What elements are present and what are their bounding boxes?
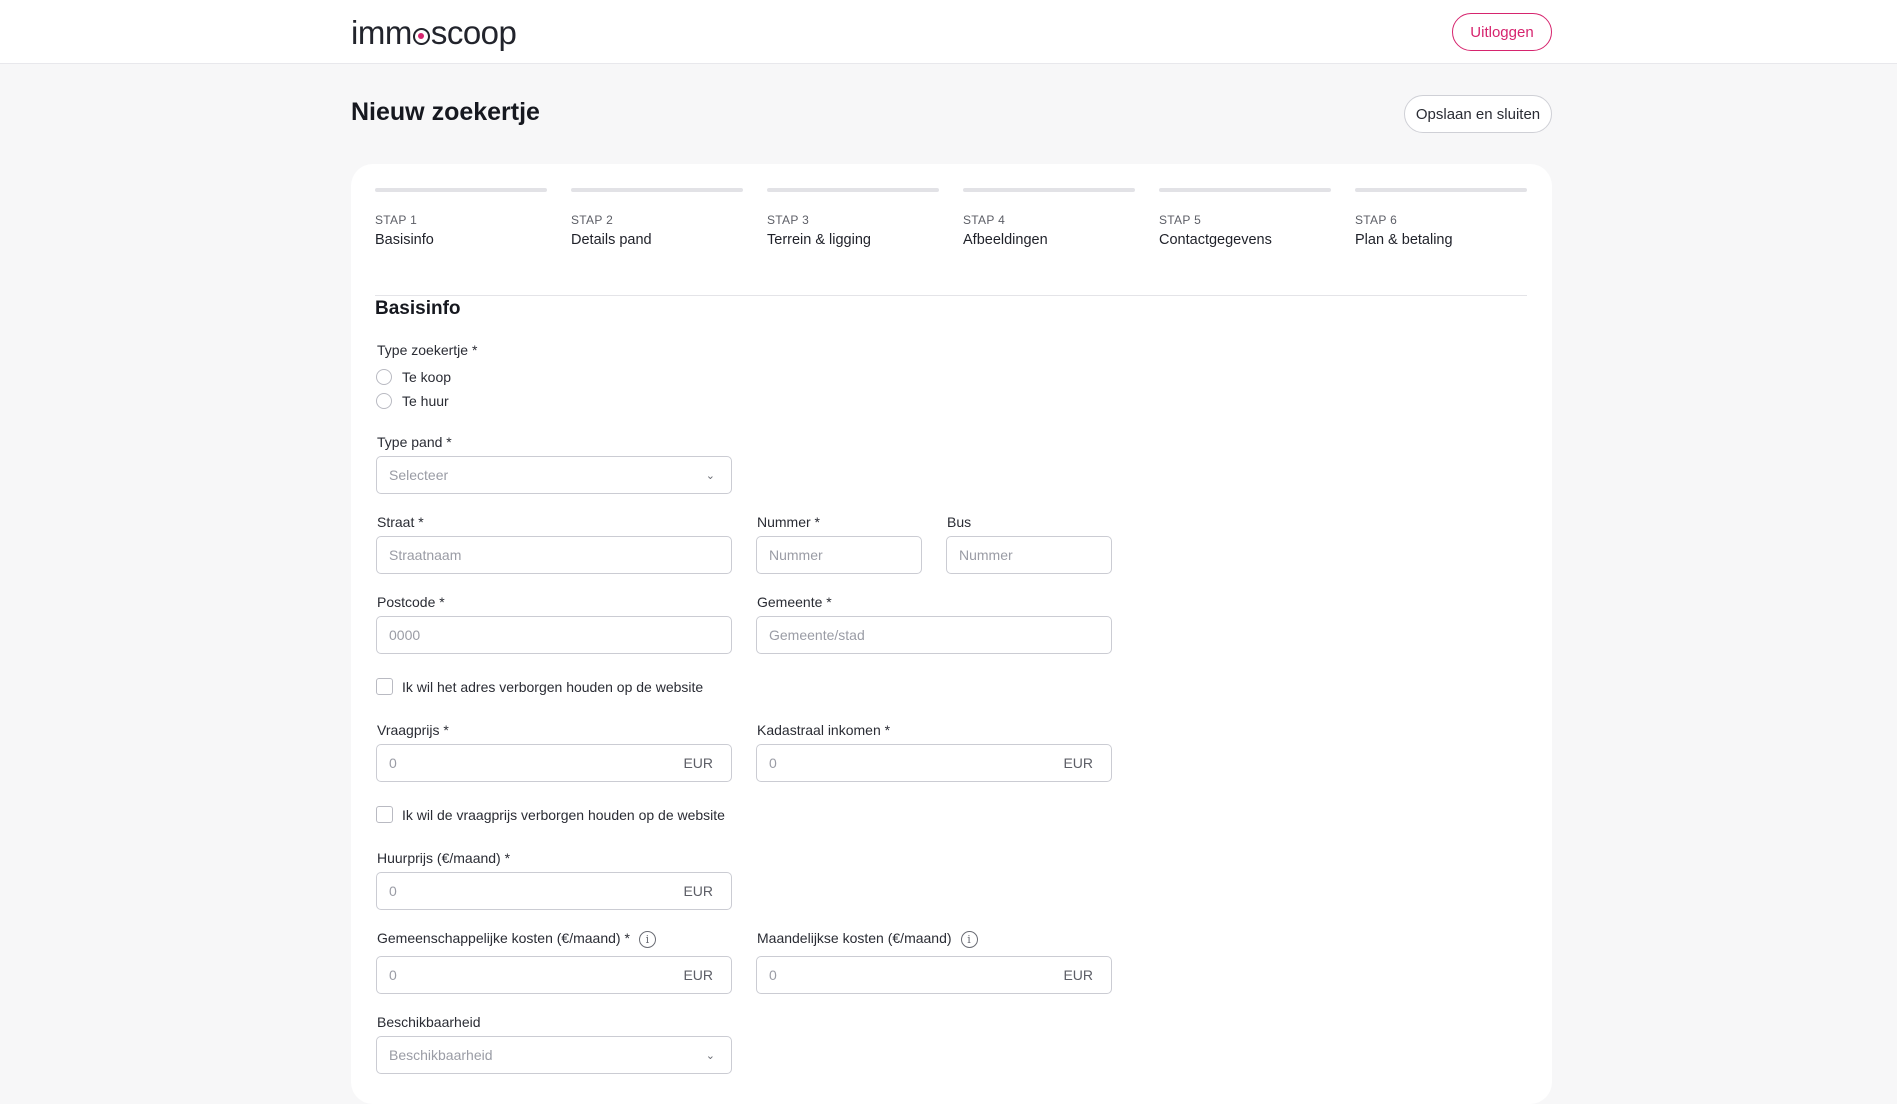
step-number: STAP 5 xyxy=(1159,213,1202,227)
info-icon[interactable]: i xyxy=(638,930,656,948)
checkbox-label: Ik wil het adres verborgen houden op de … xyxy=(402,678,704,695)
beschikbaarheid-label: Beschikbaarheid xyxy=(377,1014,481,1030)
hide-address-checkbox-row[interactable]: Ik wil het adres verborgen houden op de … xyxy=(376,678,703,695)
step-progress-bar xyxy=(571,188,743,192)
step-label: Afbeeldingen xyxy=(963,232,1048,248)
beschikbaarheid-select[interactable]: Beschikbaarheid ⌄ xyxy=(376,1036,732,1074)
postcode-label: Postcode * xyxy=(377,594,445,610)
step-number: STAP 4 xyxy=(963,213,1006,227)
step-label: Basisinfo xyxy=(375,232,434,248)
straat-input[interactable]: Straatnaam xyxy=(376,536,732,574)
step-label: Plan & betaling xyxy=(1355,232,1453,248)
select-value: Beschikbaarheid xyxy=(389,1047,493,1063)
step-progress-bar xyxy=(1355,188,1527,192)
currency-unit: EUR xyxy=(1063,755,1093,771)
step-label: Details pand xyxy=(571,232,652,248)
logo-text-left: imm xyxy=(351,14,412,51)
straat-label: Straat * xyxy=(377,514,424,530)
step-label: Contactgegevens xyxy=(1159,232,1272,248)
step-progress-bar xyxy=(767,188,939,192)
input-placeholder: 0 xyxy=(769,967,777,983)
postcode-input[interactable]: 0000 xyxy=(376,616,732,654)
huurprijs-label: Huurprijs (€/maand) * xyxy=(377,850,511,866)
chevron-down-icon: ⌄ xyxy=(705,1049,715,1062)
bus-label: Bus xyxy=(947,514,972,530)
input-placeholder: Nummer xyxy=(769,547,823,563)
input-placeholder: 0 xyxy=(389,967,397,983)
bus-input[interactable]: Nummer xyxy=(946,536,1112,574)
vraagprijs-input[interactable]: 0 EUR xyxy=(376,744,732,782)
chevron-down-icon: ⌄ xyxy=(705,469,715,482)
logo-text-right: scoop xyxy=(430,14,517,51)
step-2[interactable]: STAP 2 Details pand xyxy=(571,188,743,248)
input-placeholder: Straatnaam xyxy=(389,547,462,563)
step-progress-bar xyxy=(1159,188,1331,192)
currency-unit: EUR xyxy=(683,967,713,983)
step-number: STAP 2 xyxy=(571,213,614,227)
type-zoekertje-label: Type zoekertje * xyxy=(377,342,478,358)
step-number: STAP 1 xyxy=(375,213,418,227)
logout-button[interactable]: Uitloggen xyxy=(1452,13,1552,51)
huurprijs-input[interactable]: 0 EUR xyxy=(376,872,732,910)
step-5[interactable]: STAP 5 Contactgegevens xyxy=(1159,188,1331,248)
stepper: STAP 1 Basisinfo STAP 2 Details pand STA… xyxy=(375,188,1527,296)
input-placeholder: 0 xyxy=(389,755,397,771)
kadastraal-input[interactable]: 0 EUR xyxy=(756,744,1112,782)
type-pand-label: Type pand * xyxy=(377,434,452,450)
label-text: Gemeenschappelijke kosten (€/maand) * xyxy=(377,930,630,946)
gemeente-input[interactable]: Gemeente/stad xyxy=(756,616,1112,654)
save-and-close-button[interactable]: Opslaan en sluiten xyxy=(1404,95,1552,133)
kadastraal-label: Kadastraal inkomen * xyxy=(757,722,891,738)
radio-label: Te koop xyxy=(402,369,452,385)
input-placeholder: 0 xyxy=(389,883,397,899)
step-6[interactable]: STAP 6 Plan & betaling xyxy=(1355,188,1527,248)
logo-target-icon xyxy=(412,27,430,45)
hide-address-checkbox[interactable] xyxy=(376,678,393,695)
immoscoop-logo[interactable]: imm scoop xyxy=(351,14,517,52)
radio-button[interactable] xyxy=(376,369,392,385)
radio-label: Te huur xyxy=(402,393,449,409)
type-pand-select[interactable]: Selecteer ⌄ xyxy=(376,456,732,494)
select-value: Selecteer xyxy=(389,467,449,483)
hide-price-checkbox-row[interactable]: Ik wil de vraagprijs verborgen houden op… xyxy=(376,806,725,823)
input-placeholder: Gemeente/stad xyxy=(769,627,865,643)
radio-te-huur[interactable]: Te huur xyxy=(376,393,449,409)
gemeenschappelijke-kosten-input[interactable]: 0 EUR xyxy=(376,956,732,994)
step-label: Terrein & ligging xyxy=(767,232,871,248)
input-placeholder: Nummer xyxy=(959,547,1013,563)
info-icon[interactable]: i xyxy=(960,930,978,948)
top-bar: imm scoop Uitloggen xyxy=(0,0,1897,64)
maandelijkse-kosten-label: Maandelijkse kosten (€/maand) i xyxy=(757,930,978,948)
step-progress-bar xyxy=(375,188,547,192)
section-title: Basisinfo xyxy=(375,298,461,319)
vraagprijs-label: Vraagprijs * xyxy=(377,722,449,738)
input-placeholder: 0 xyxy=(769,755,777,771)
hide-price-checkbox[interactable] xyxy=(376,806,393,823)
currency-unit: EUR xyxy=(683,755,713,771)
currency-unit: EUR xyxy=(1063,967,1093,983)
form-card: STAP 1 Basisinfo STAP 2 Details pand STA… xyxy=(351,164,1552,1104)
radio-te-koop[interactable]: Te koop xyxy=(376,369,451,385)
input-placeholder: 0000 xyxy=(389,627,421,643)
currency-unit: EUR xyxy=(683,883,713,899)
nummer-input[interactable]: Nummer xyxy=(756,536,922,574)
step-1[interactable]: STAP 1 Basisinfo xyxy=(375,188,547,248)
label-text: Maandelijkse kosten (€/maand) xyxy=(757,930,952,946)
step-4[interactable]: STAP 4 Afbeeldingen xyxy=(963,188,1135,248)
gemeente-label: Gemeente * xyxy=(757,594,832,610)
step-3[interactable]: STAP 3 Terrein & ligging xyxy=(767,188,939,248)
checkbox-label: Ik wil de vraagprijs verborgen houden op… xyxy=(402,806,725,823)
radio-button[interactable] xyxy=(376,393,392,409)
step-number: STAP 3 xyxy=(767,213,810,227)
maandelijkse-kosten-input[interactable]: 0 EUR xyxy=(756,956,1112,994)
page-title: Nieuw zoekertje xyxy=(351,98,540,126)
nummer-label: Nummer * xyxy=(757,514,821,530)
gemeenschappelijke-kosten-label: Gemeenschappelijke kosten (€/maand) * i xyxy=(377,930,656,948)
step-progress-bar xyxy=(963,188,1135,192)
step-number: STAP 6 xyxy=(1355,213,1398,227)
